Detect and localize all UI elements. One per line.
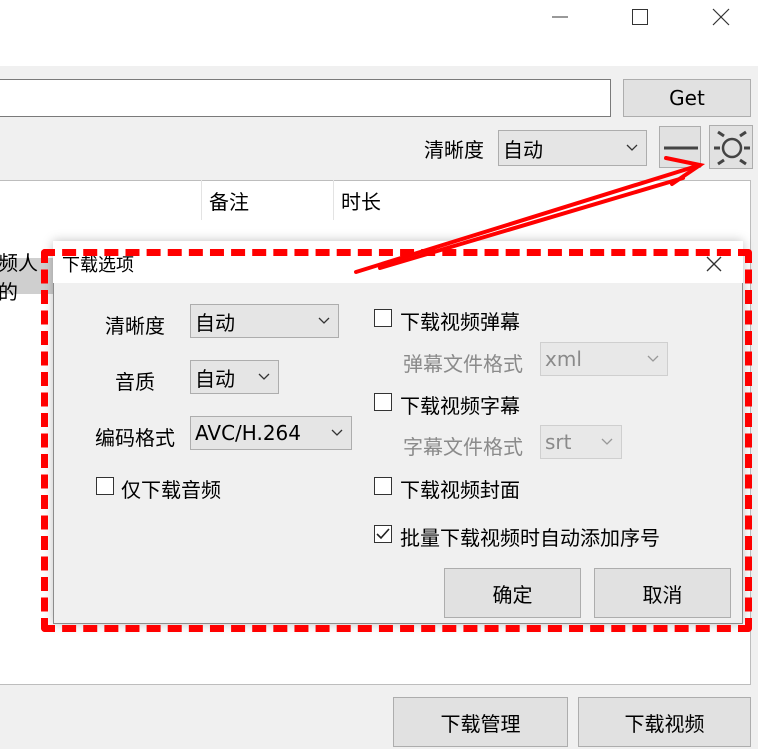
quality-label: 清晰度 (424, 138, 484, 162)
menu-button[interactable] (659, 126, 701, 168)
quality-select[interactable]: 自动 (498, 130, 647, 166)
get-button[interactable]: Get (623, 79, 751, 117)
maximize-icon (632, 9, 648, 25)
settings-button[interactable] (709, 125, 753, 169)
column-header-notes[interactable]: 备注 (201, 180, 333, 220)
minimize-button[interactable] (530, 0, 590, 34)
close-icon (712, 8, 730, 26)
minimize-icon (552, 16, 568, 18)
close-window-button[interactable] (691, 0, 751, 34)
column-header-duration[interactable]: 时长 (333, 180, 750, 220)
hamburger-icon (664, 146, 698, 150)
maximize-button[interactable] (610, 0, 670, 34)
download-manager-button[interactable]: 下载管理 (393, 697, 568, 747)
download-video-button[interactable]: 下载视频 (578, 697, 751, 747)
annotation-dashed-rectangle (41, 249, 752, 632)
gear-icon (714, 130, 750, 166)
chevron-down-icon (626, 144, 638, 151)
url-input[interactable] (0, 79, 611, 117)
quality-select-value: 自动 (503, 137, 543, 162)
